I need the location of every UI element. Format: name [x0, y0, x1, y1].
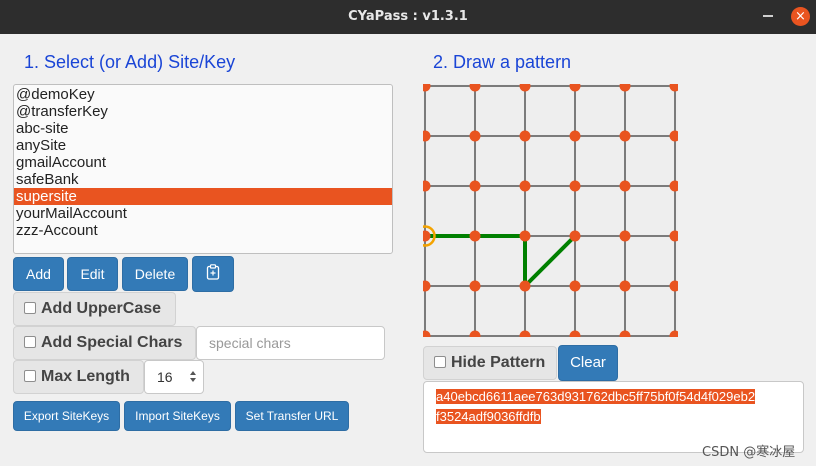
grid-point[interactable]	[619, 280, 631, 292]
password-line-1: a40ebcd6611aee763d931762dbc5ff75bf0f54d4…	[436, 389, 756, 404]
max-length-option[interactable]: Max Length	[13, 360, 144, 394]
password-line-2: f3524adf9036ffdfb	[436, 409, 541, 424]
max-length-checkbox[interactable]	[24, 370, 36, 382]
special-chars-label: Add Special Chars	[41, 334, 183, 351]
site-list-item[interactable]: anySite	[14, 137, 392, 154]
import-sitekeys-button[interactable]: Import SiteKeys	[124, 401, 231, 431]
grid-point[interactable]	[469, 230, 481, 242]
hide-pattern-checkbox[interactable]	[434, 356, 446, 368]
minimize-icon[interactable]	[763, 15, 773, 17]
max-length-input[interactable]: 16	[144, 360, 204, 394]
select-site-heading: 1. Select (or Add) Site/Key	[24, 52, 236, 72]
clear-button[interactable]: Clear	[558, 345, 618, 381]
site-list-item[interactable]: @demoKey	[14, 86, 392, 103]
grid-point[interactable]	[519, 130, 531, 142]
uppercase-option[interactable]: Add UpperCase	[13, 292, 176, 326]
export-sitekeys-button[interactable]: Export SiteKeys	[13, 401, 120, 431]
grid-point[interactable]	[469, 130, 481, 142]
site-key-list[interactable]: @demoKey @transferKey abc-site anySite gmail…	[13, 84, 393, 254]
max-length-label: Max Length	[41, 368, 130, 385]
window-title: CYaPass : v1.3.1	[348, 9, 468, 24]
grid-point[interactable]	[469, 280, 481, 292]
grid-point[interactable]	[519, 230, 531, 242]
special-chars-checkbox[interactable]	[24, 336, 36, 348]
close-icon[interactable]: ×	[791, 7, 810, 26]
site-list-item[interactable]: @transferKey	[14, 103, 392, 120]
grid-point[interactable]	[519, 180, 531, 192]
grid-point[interactable]	[569, 180, 581, 192]
set-transfer-url-button[interactable]: Set Transfer URL	[235, 401, 349, 431]
watermark-text: CSDN @寒冰屋	[702, 445, 796, 460]
paste-button[interactable]	[192, 256, 234, 292]
site-list-item[interactable]: gmailAccount	[14, 154, 392, 171]
grid-point[interactable]	[619, 180, 631, 192]
title-bar: CYaPass : v1.3.1 ×	[0, 0, 816, 34]
grid-point[interactable]	[519, 280, 531, 292]
uppercase-label: Add UpperCase	[41, 300, 162, 317]
grid-point[interactable]	[569, 130, 581, 142]
site-list-item[interactable]: yourMailAccount	[14, 205, 392, 222]
pattern-background	[423, 84, 678, 337]
grid-point[interactable]	[569, 280, 581, 292]
site-list-item[interactable]: abc-site	[14, 120, 392, 137]
hide-pattern-label: Hide Pattern	[451, 354, 546, 371]
site-list-item[interactable]: safeBank	[14, 171, 392, 188]
hide-pattern-option[interactable]: Hide Pattern	[423, 346, 557, 380]
grid-point[interactable]	[569, 230, 581, 242]
grid-point[interactable]	[619, 230, 631, 242]
clipboard-icon	[206, 264, 220, 280]
edit-button[interactable]: Edit	[67, 257, 118, 291]
grid-point[interactable]	[469, 180, 481, 192]
site-list-item[interactable]: supersite	[14, 188, 392, 205]
special-chars-input[interactable]: special chars	[196, 326, 385, 360]
uppercase-checkbox[interactable]	[24, 302, 36, 314]
add-button[interactable]: Add	[13, 257, 64, 291]
site-list-item[interactable]: zzz-Account	[14, 222, 392, 239]
stepper-icon[interactable]	[190, 371, 197, 383]
delete-button[interactable]: Delete	[122, 257, 188, 291]
pattern-grid[interactable]	[423, 84, 678, 337]
special-chars-option[interactable]: Add Special Chars	[13, 326, 196, 360]
grid-point[interactable]	[619, 130, 631, 142]
max-length-value: 16	[157, 369, 173, 385]
draw-pattern-heading: 2. Draw a pattern	[433, 52, 572, 72]
